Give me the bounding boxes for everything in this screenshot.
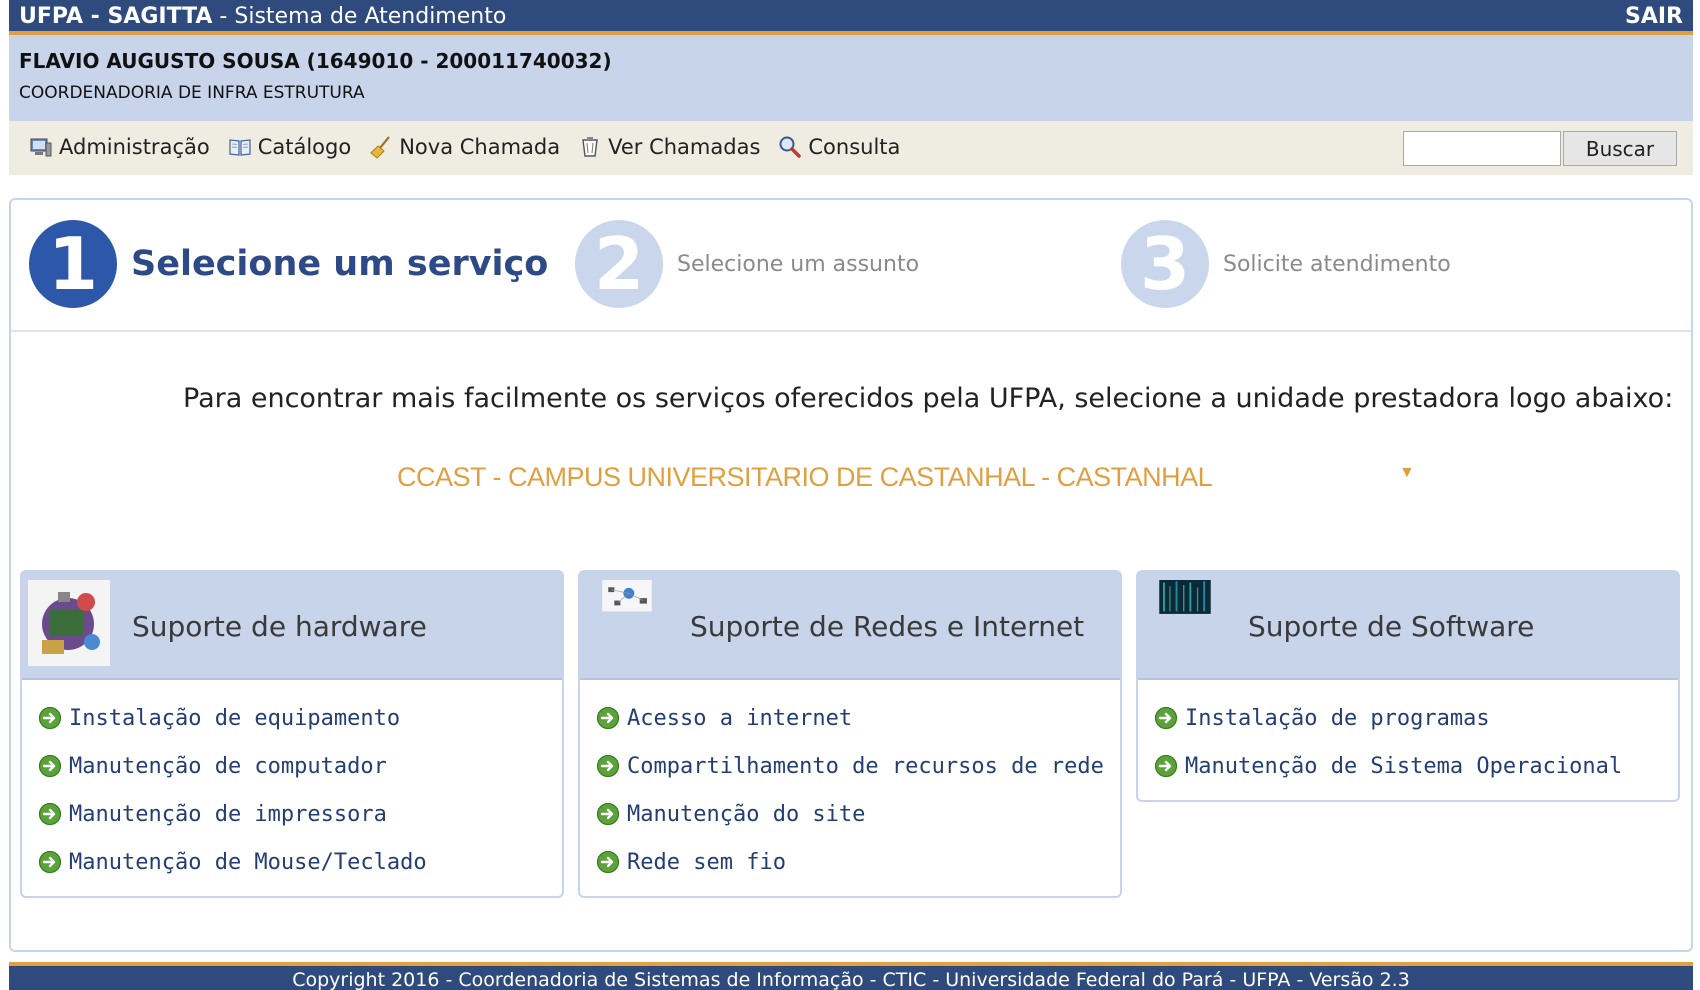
service-label: Manutenção de Mouse/Teclado [69, 849, 427, 875]
main-content: 1 Selecione um serviço 2 Selecione um as… [9, 198, 1693, 952]
menu-bar: Administração Catálogo Nova Chamada Ver … [9, 121, 1693, 175]
menu-item-administracao[interactable]: Administração [29, 135, 210, 159]
arrow-circle-icon [1154, 754, 1178, 778]
card-title: Suporte de Redes e Internet [690, 610, 1085, 643]
card-header: Suporte de Software [1138, 572, 1678, 680]
intro-text: Para encontrar mais facilmente os serviç… [183, 383, 1674, 414]
menu-label: Administração [59, 135, 210, 159]
wizard-steps: 1 Selecione um serviço 2 Selecione um as… [11, 200, 1691, 332]
service-list: Instalação de programas Manutenção de Si… [1138, 680, 1678, 800]
card-title: Suporte de hardware [132, 610, 427, 643]
app-subtitle: - Sistema de Atendimento [212, 4, 507, 29]
service-link[interactable]: Manutenção de Mouse/Teclado [38, 838, 548, 886]
user-name: FLAVIO AUGUSTO SOUSA (1649010 - 20001174… [19, 49, 612, 73]
menu-label: Consulta [808, 135, 901, 159]
top-header: UFPA - SAGITTA - Sistema de Atendimento … [9, 0, 1693, 35]
arrow-circle-icon [596, 754, 620, 778]
arrow-circle-icon [38, 802, 62, 826]
magnifier-icon [779, 136, 802, 158]
search-input[interactable] [1403, 131, 1561, 166]
main-menu: Administração Catálogo Nova Chamada Ver … [29, 135, 900, 159]
service-label: Manutenção de Sistema Operacional [1185, 753, 1623, 779]
menu-item-catalogo[interactable]: Catálogo [228, 135, 352, 159]
logout-link[interactable]: SAIR [1625, 4, 1683, 30]
menu-label: Ver Chamadas [608, 135, 761, 159]
service-label: Acesso a internet [627, 705, 853, 731]
arrow-circle-icon [596, 802, 620, 826]
service-label: Rede sem fio [627, 849, 786, 875]
menu-item-nova-chamada[interactable]: Nova Chamada [369, 135, 560, 159]
step-label: Selecione um assunto [677, 251, 920, 277]
service-link[interactable]: Instalação de programas [1154, 694, 1664, 742]
step-2: 2 Selecione um assunto [575, 220, 919, 308]
card-header: Suporte de hardware [22, 572, 562, 680]
service-list: Instalação de equipamento Manutenção de … [22, 680, 562, 896]
computer-icon [30, 138, 52, 157]
broom-icon [370, 136, 391, 159]
chevron-down-icon: ▼ [1399, 464, 1415, 481]
step-label: Selecione um serviço [131, 244, 549, 284]
service-link[interactable]: Compartilhamento de recursos de rede [596, 742, 1106, 790]
service-label: Manutenção de computador [69, 753, 387, 779]
arrow-circle-icon [38, 754, 62, 778]
service-link[interactable]: Rede sem fio [596, 838, 1106, 886]
user-info-bar: FLAVIO AUGUSTO SOUSA (1649010 - 20001174… [9, 35, 1693, 121]
step-number: 3 [1121, 220, 1209, 308]
app-name: UFPA - SAGITTA [19, 4, 213, 29]
menu-label: Nova Chamada [399, 135, 561, 159]
service-link[interactable]: Manutenção de Sistema Operacional [1154, 742, 1664, 790]
service-link[interactable]: Instalação de equipamento [38, 694, 548, 742]
step-number: 1 [29, 220, 117, 308]
service-label: Instalação de equipamento [69, 705, 401, 731]
unit-select[interactable]: CCAST - CAMPUS UNIVERSITARIO DE CASTANHA… [397, 462, 1427, 502]
book-icon [229, 139, 251, 156]
service-link[interactable]: Acesso a internet [596, 694, 1106, 742]
menu-item-ver-chamadas[interactable]: Ver Chamadas [578, 135, 760, 159]
service-label: Instalação de programas [1185, 705, 1490, 731]
step-number: 2 [575, 220, 663, 308]
search-button[interactable]: Buscar [1563, 131, 1677, 166]
service-link[interactable]: Manutenção do site [596, 790, 1106, 838]
service-list: Acesso a internet Compartilhamento de re… [580, 680, 1120, 896]
arrow-circle-icon [38, 706, 62, 730]
menu-item-consulta[interactable]: Consulta [778, 135, 900, 159]
service-label: Compartilhamento de recursos de rede [627, 753, 1104, 779]
unit-select-value: CCAST - CAMPUS UNIVERSITARIO DE CASTANHA… [397, 462, 1213, 492]
service-card-hardware: Suporte de hardware Instalação de equipa… [20, 570, 564, 898]
software-thumbnail [1159, 580, 1211, 614]
arrow-circle-icon [1154, 706, 1178, 730]
service-card-redes: Suporte de Redes e Internet Acesso a int… [578, 570, 1122, 898]
arrow-circle-icon [596, 706, 620, 730]
step-3: 3 Solicite atendimento [1121, 220, 1451, 308]
footer: Copyright 2016 - Coordenadoria de Sistem… [9, 962, 1693, 990]
step-1: 1 Selecione um serviço [29, 220, 548, 308]
service-link[interactable]: Manutenção de computador [38, 742, 548, 790]
arrow-circle-icon [596, 850, 620, 874]
card-title: Suporte de Software [1248, 610, 1535, 643]
app-title: UFPA - SAGITTA - Sistema de Atendimento [19, 4, 506, 30]
service-card-software: Suporte de Software Instalação de progra… [1136, 570, 1680, 802]
card-header: Suporte de Redes e Internet [580, 572, 1120, 680]
service-link[interactable]: Manutenção de impressora [38, 790, 548, 838]
menu-label: Catálogo [257, 135, 352, 159]
hardware-thumbnail [28, 580, 110, 666]
trash-icon [582, 137, 598, 157]
user-unit: COORDENADORIA DE INFRA ESTRUTURA [19, 83, 365, 103]
service-label: Manutenção do site [627, 801, 866, 827]
service-label: Manutenção de impressora [69, 801, 387, 827]
step-label: Solicite atendimento [1223, 251, 1451, 277]
network-thumbnail [602, 580, 652, 612]
arrow-circle-icon [38, 850, 62, 874]
